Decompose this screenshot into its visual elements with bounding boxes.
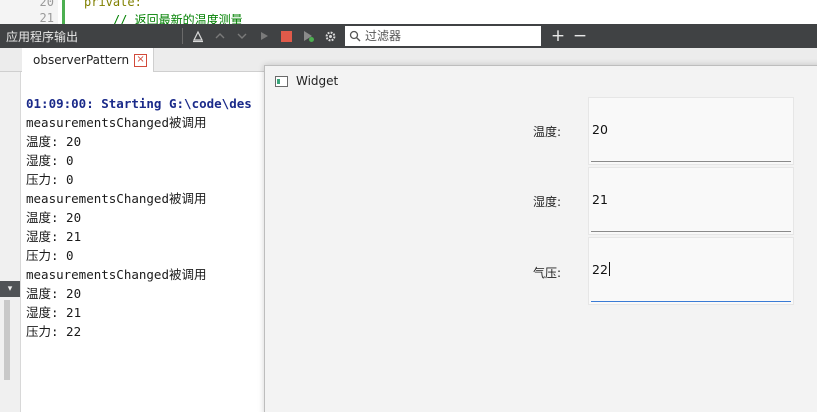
window-title: Widget: [296, 74, 339, 88]
app-window-icon: [275, 75, 288, 87]
change-marker: [62, 0, 65, 24]
humidity-field[interactable]: 21: [588, 167, 794, 235]
code-editor[interactable]: 20 21 private: // 返回最新的温度测量: [0, 0, 817, 27]
line-number-gutter: 20 21: [0, 0, 58, 25]
pane-title: 应用程序输出: [6, 29, 79, 44]
widget-window: Widget 温度: 20 湿度: 21 气压: 22: [264, 65, 817, 412]
output-line: 湿度: 21: [26, 305, 82, 320]
output-line: measurementsChanged被调用: [26, 267, 207, 282]
output-pane-toolbar: 应用程序输出 + −: [0, 24, 817, 48]
stop-icon[interactable]: [275, 25, 297, 47]
line-number: 21: [39, 11, 54, 25]
text-caret: [608, 262, 610, 276]
pressure-value: 22: [592, 262, 608, 277]
humidity-value: 21: [592, 192, 608, 207]
temperature-label: 温度:: [533, 125, 562, 139]
field-underline: [591, 301, 791, 302]
output-line: 湿度: 21: [26, 229, 82, 244]
filter-input[interactable]: [365, 29, 535, 43]
temperature-value: 20: [592, 122, 608, 137]
scrollbar-thumb[interactable]: [4, 300, 10, 380]
chevron-down-icon[interactable]: [231, 25, 253, 47]
close-icon[interactable]: ×: [134, 53, 148, 67]
filter-field[interactable]: [345, 26, 541, 46]
output-line: 压力: 0: [26, 172, 74, 187]
field-underline: [591, 231, 791, 232]
chevron-up-icon[interactable]: [209, 25, 231, 47]
output-line: measurementsChanged被调用: [26, 115, 207, 130]
pressure-label: 气压:: [533, 266, 562, 280]
clear-output-icon[interactable]: [187, 25, 209, 47]
search-icon: [349, 27, 361, 46]
output-line: 温度: 20: [26, 286, 82, 301]
tab-label: observerPattern: [33, 53, 130, 67]
add-icon[interactable]: +: [547, 25, 569, 47]
humidity-label: 湿度:: [533, 195, 562, 209]
pressure-field[interactable]: 22: [588, 237, 794, 305]
gear-icon[interactable]: [319, 25, 341, 47]
output-line: 温度: 20: [26, 134, 82, 149]
output-line: 压力: 0: [26, 248, 74, 263]
window-titlebar[interactable]: Widget: [265, 66, 817, 96]
line-number: 20: [39, 0, 54, 9]
debug-run-icon[interactable]: [297, 25, 319, 47]
separator: [182, 28, 183, 44]
run-icon[interactable]: [253, 25, 275, 47]
tab-observer-pattern[interactable]: observerPattern ×: [22, 48, 155, 72]
output-line: 01:09:00: Starting G:\code\des: [26, 96, 252, 111]
application-output: 01:09:00: Starting G:\code\des measureme…: [26, 94, 252, 341]
remove-icon[interactable]: −: [569, 25, 591, 47]
field-underline: [591, 161, 791, 162]
collapse-pane-icon[interactable]: ▾: [0, 281, 20, 297]
output-line: 温度: 20: [26, 210, 82, 225]
output-line: measurementsChanged被调用: [26, 191, 207, 206]
temperature-field[interactable]: 20: [588, 97, 794, 165]
output-line: 湿度: 0: [26, 153, 74, 168]
output-line: 压力: 22: [26, 324, 82, 339]
screen: 20 21 private: // 返回最新的温度测量 应用程序输出 过滤器 +…: [0, 0, 817, 412]
code-line: private:: [84, 0, 142, 9]
pressure-value-wrap: 22: [592, 262, 610, 277]
